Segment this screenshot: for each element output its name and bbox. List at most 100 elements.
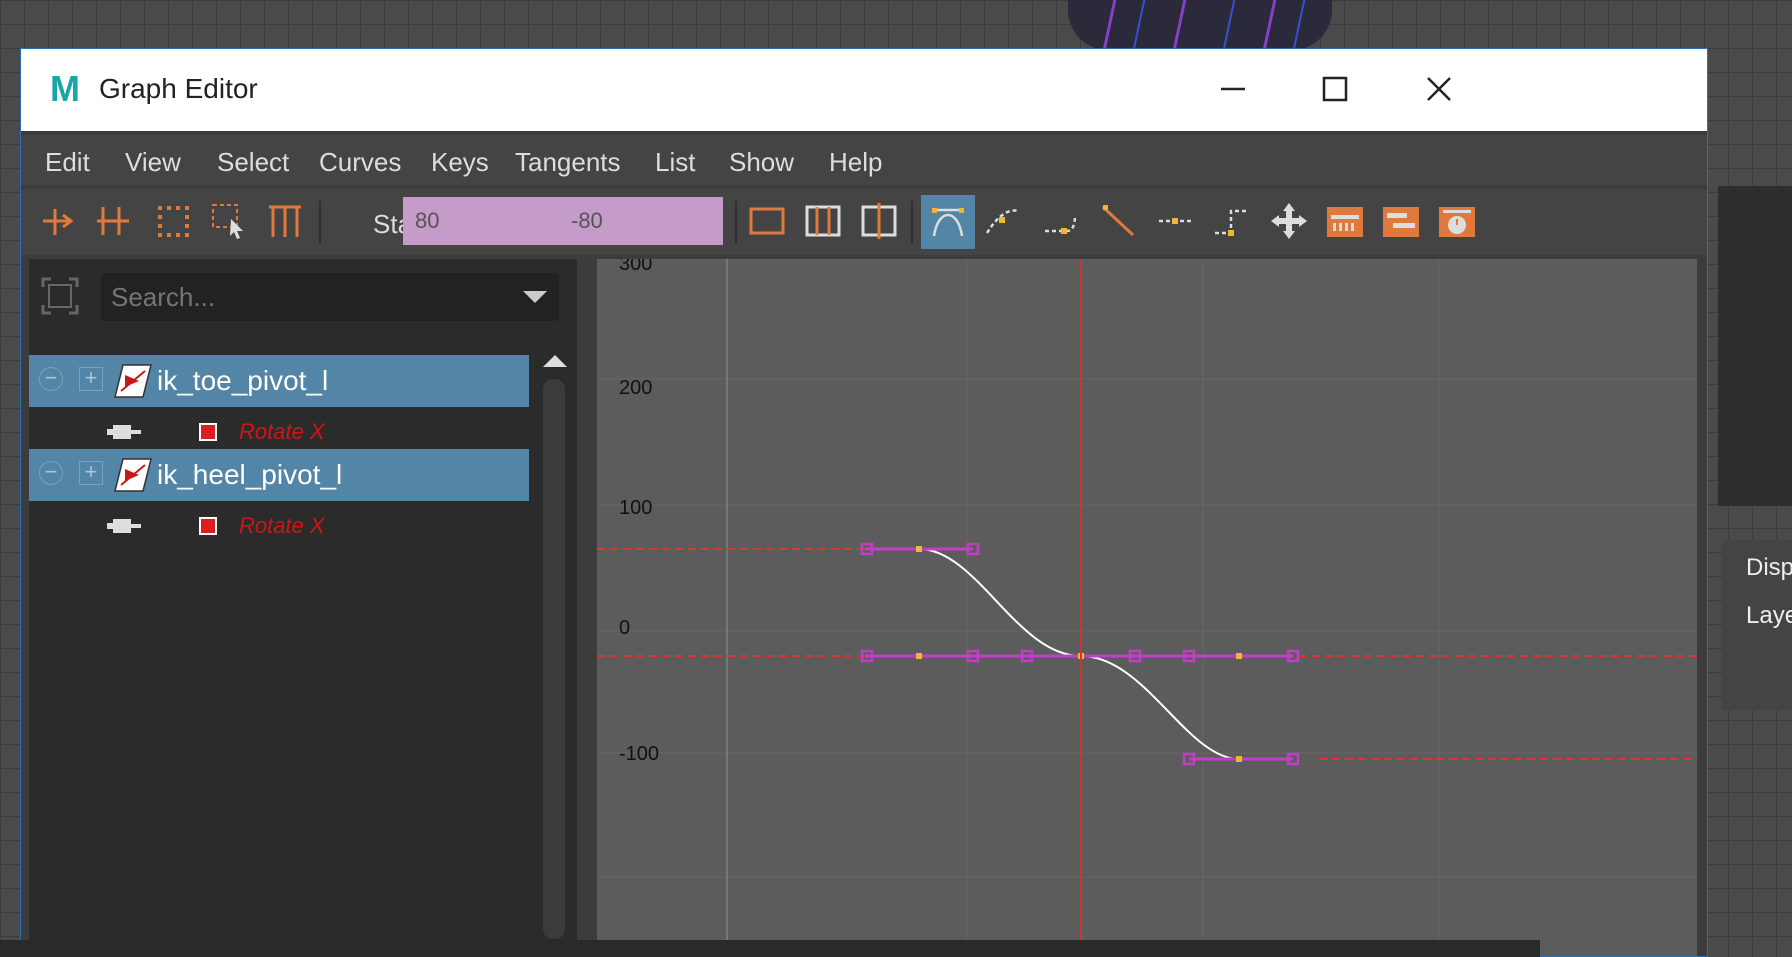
collapse-icon[interactable]: −	[39, 461, 63, 485]
move-key-icon	[43, 209, 74, 235]
linear-tangent-button[interactable]	[1097, 199, 1141, 243]
time-editor-button[interactable]	[1435, 199, 1479, 243]
menu-keys[interactable]: Keys	[431, 147, 489, 178]
outliner-panel: − + ik_toe_pivot_l Rotate X − + ik_heel_…	[29, 259, 577, 956]
insert-key-icon	[97, 207, 129, 235]
plug-icon	[107, 425, 141, 439]
graph-editor-window: M Graph Editor Edit View Select Curves K…	[20, 48, 1708, 957]
toolbar: Stats	[21, 189, 1707, 255]
lattice-deform-button[interactable]	[151, 199, 195, 243]
filter-icon[interactable]	[41, 277, 79, 315]
stats-time-field[interactable]	[403, 197, 567, 245]
maximize-button[interactable]	[1307, 63, 1363, 115]
y-axis-label: 300	[619, 259, 653, 275]
animated-key-icon	[199, 423, 217, 441]
graph-canvas[interactable]	[597, 259, 1697, 957]
move-nearest-key-button[interactable]	[37, 199, 81, 243]
transform-node-icon	[114, 364, 152, 398]
frame-playback-icon	[805, 205, 841, 237]
keyframe[interactable]	[1236, 756, 1242, 762]
animation-curve-toe[interactable]	[918, 548, 1082, 657]
display-tab-label[interactable]: Disp	[1746, 554, 1792, 582]
stepped-tangent-button[interactable]	[1209, 199, 1253, 243]
menu-select[interactable]: Select	[217, 147, 289, 178]
flat-tangent-button[interactable]	[1153, 199, 1197, 243]
menu-bar: Edit View Select Curves Keys Tangents Li…	[21, 135, 1707, 185]
retime-icon	[269, 205, 301, 237]
maya-logo-icon: M	[50, 68, 80, 109]
scroll-up-icon[interactable]	[543, 355, 567, 367]
keyframe[interactable]	[916, 653, 922, 659]
time-editor-icon	[1439, 207, 1475, 237]
y-axis-label: 0	[619, 617, 631, 639]
y-axis-label: 100	[619, 497, 653, 519]
window-title: Graph Editor	[99, 73, 258, 104]
menu-edit[interactable]: Edit	[45, 147, 90, 178]
region-select-button[interactable]	[207, 199, 251, 243]
close-icon	[1427, 77, 1451, 101]
center-time-icon	[861, 203, 897, 239]
flat-tangent-icon	[1159, 218, 1191, 224]
outliner-node-row[interactable]: − + ik_toe_pivot_l	[29, 355, 529, 407]
close-button[interactable]	[1411, 63, 1467, 115]
minimize-icon	[1221, 87, 1245, 91]
collapse-icon[interactable]: −	[39, 367, 63, 391]
center-current-time-button[interactable]	[857, 199, 901, 243]
frame-playback-range-button[interactable]	[801, 199, 845, 243]
animation-curve-toe[interactable]	[1080, 655, 1240, 760]
move-arrows-icon	[1271, 203, 1307, 239]
retime-tool-button[interactable]	[263, 199, 307, 243]
menu-show[interactable]: Show	[729, 147, 794, 178]
menu-list[interactable]: List	[655, 147, 695, 178]
stepped-tangent-icon	[1215, 209, 1247, 236]
menu-view[interactable]: View	[125, 147, 181, 178]
plug-icon	[107, 519, 141, 533]
attribute-name: Rotate X	[239, 419, 325, 444]
menu-help[interactable]: Help	[829, 147, 882, 178]
region-select-icon	[212, 204, 243, 239]
lattice-icon	[158, 206, 189, 237]
insert-key-button[interactable]	[91, 199, 135, 243]
move-tool-button[interactable]	[1267, 199, 1311, 243]
clamped-tangent-button[interactable]	[1039, 199, 1083, 243]
stats-value-field[interactable]	[559, 197, 723, 245]
attribute-name: Rotate X	[239, 513, 325, 538]
expand-icon[interactable]: +	[79, 367, 103, 391]
graph-view[interactable]: 300 200 100 0 -100	[597, 259, 1697, 957]
transform-node-icon	[114, 458, 152, 492]
expand-icon[interactable]: +	[79, 461, 103, 485]
toolbar-separator	[735, 201, 737, 243]
layer-tab-label[interactable]: Laye	[1746, 602, 1792, 630]
keyframe[interactable]	[916, 546, 922, 552]
y-axis-label: -100	[619, 743, 660, 765]
frame-all-button[interactable]	[745, 199, 789, 243]
toolbar-separator	[911, 201, 913, 243]
menu-tangents[interactable]: Tangents	[515, 147, 621, 178]
spline-tangent-icon	[985, 209, 1020, 234]
node-name: ik_heel_pivot_l	[157, 459, 343, 490]
toolbar-separator	[319, 201, 321, 243]
dope-sheet-button[interactable]	[1323, 199, 1367, 243]
chevron-down-icon[interactable]	[523, 291, 547, 303]
spline-tangent-button[interactable]	[981, 199, 1025, 243]
right-side-panel	[1718, 186, 1792, 506]
outliner-attribute-row[interactable]: Rotate X	[29, 501, 529, 553]
maximize-icon	[1322, 76, 1348, 102]
keyframe[interactable]	[1236, 653, 1242, 659]
dope-sheet-icon	[1327, 207, 1363, 237]
search-input[interactable]	[101, 273, 521, 321]
trax-editor-button[interactable]	[1379, 199, 1423, 243]
minimize-button[interactable]	[1205, 63, 1261, 115]
auto-tangent-icon	[932, 208, 964, 237]
outliner-node-row[interactable]: − + ik_heel_pivot_l	[29, 449, 529, 501]
panel-divider[interactable]	[577, 259, 597, 956]
y-axis-label: 200	[619, 377, 653, 399]
linear-tangent-icon	[1101, 205, 1135, 237]
auto-tangent-button[interactable]	[921, 195, 975, 249]
outliner-scrollbar[interactable]	[539, 349, 569, 956]
frame-all-icon	[749, 207, 785, 235]
search-box[interactable]	[101, 273, 559, 321]
scrollbar-track[interactable]	[543, 379, 565, 939]
menu-curves[interactable]: Curves	[319, 147, 401, 178]
channel-box-panel: Disp Laye	[1722, 540, 1792, 710]
